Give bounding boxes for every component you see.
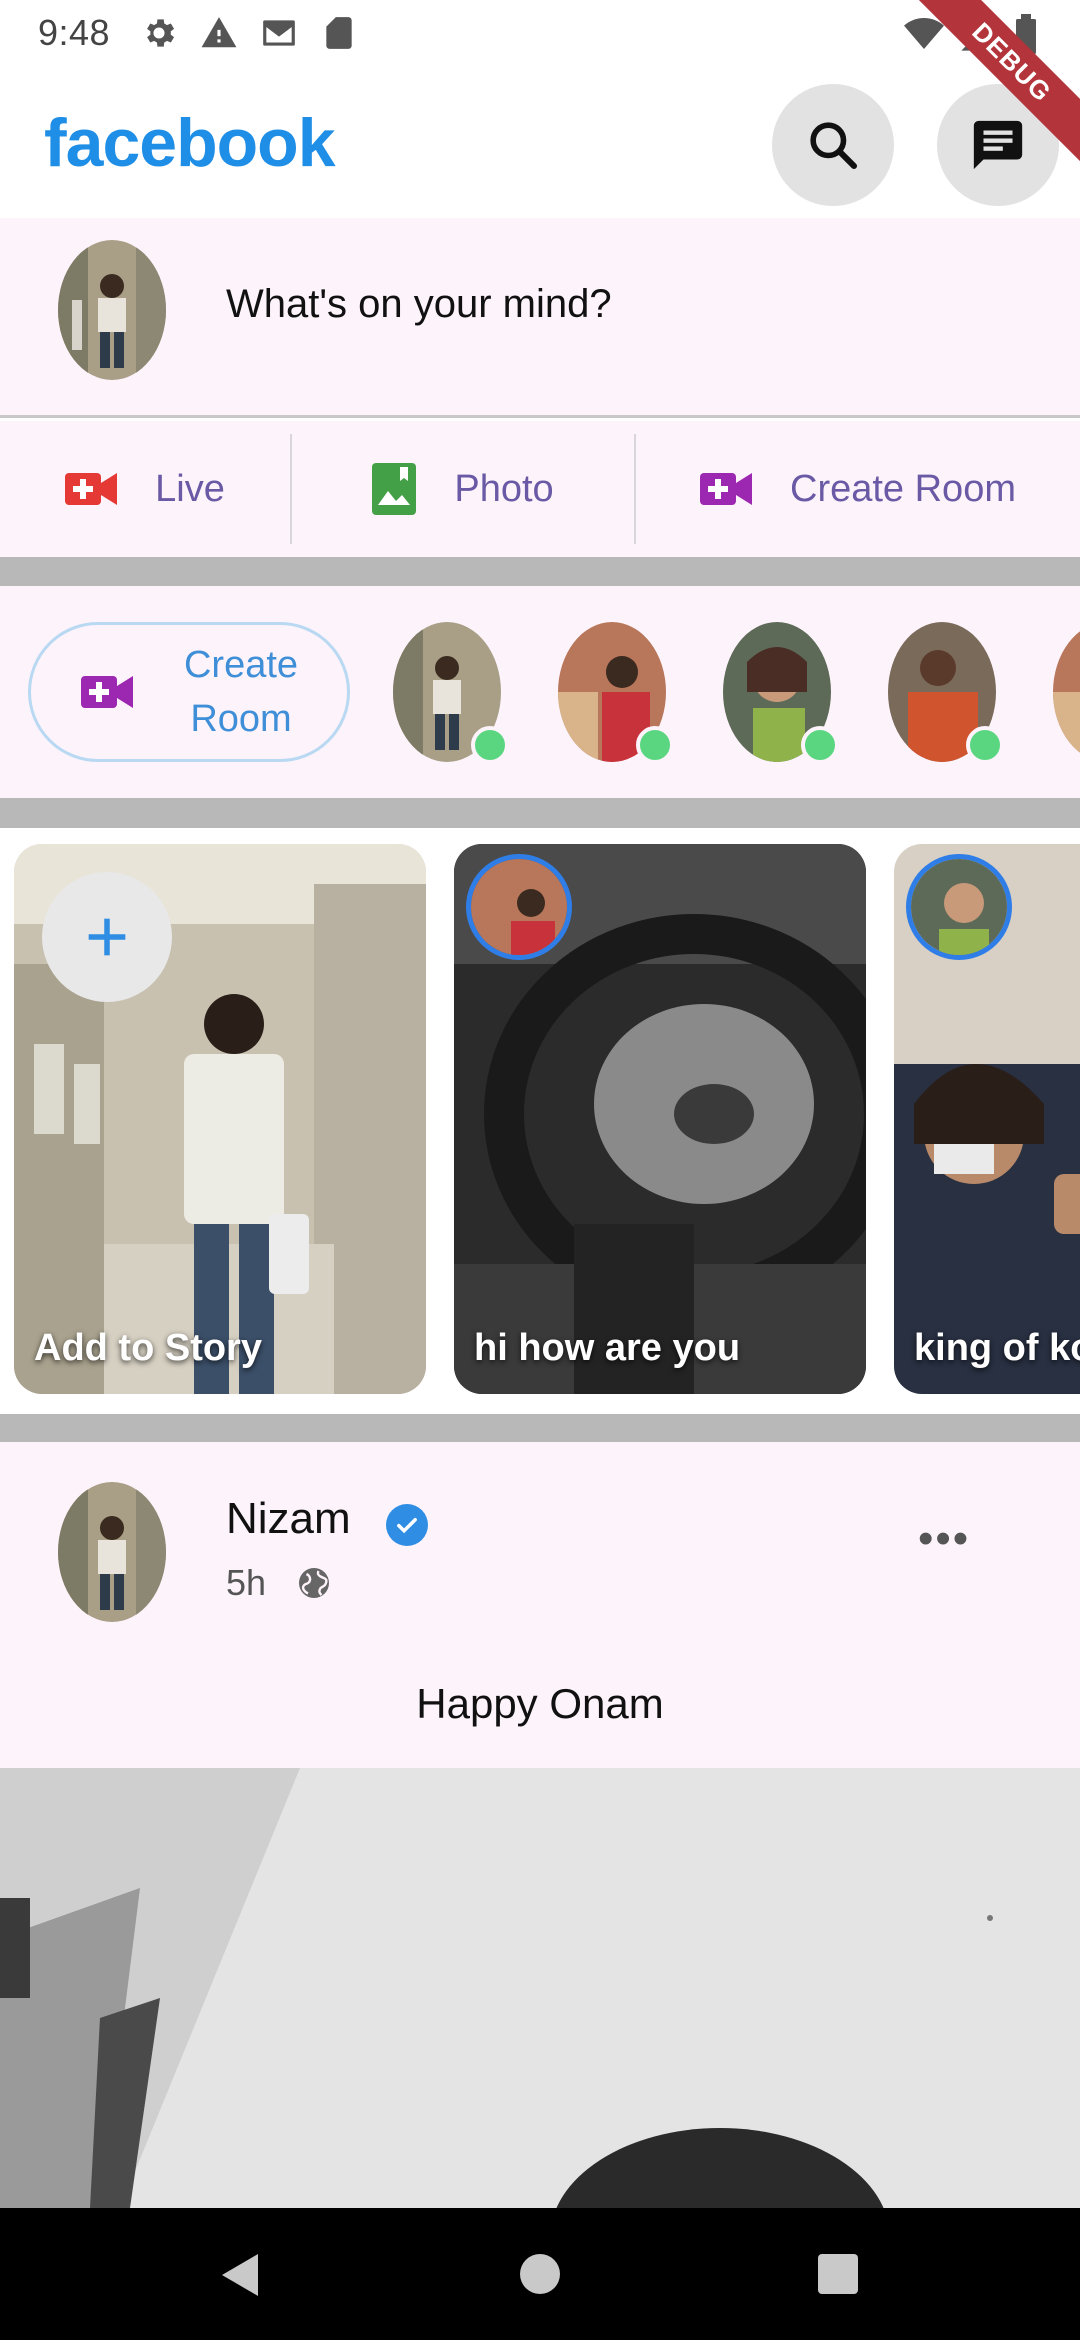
live-label: Live (155, 467, 225, 510)
composer-placeholder[interactable]: What's on your mind? (226, 282, 612, 327)
create-room-button[interactable]: Create Room (636, 421, 1080, 557)
plus-icon (88, 918, 126, 956)
online-indicator (801, 726, 839, 764)
story-card[interactable]: king of ko (894, 844, 1080, 1394)
post-author[interactable]: Nizam (226, 1494, 351, 1544)
globe-icon (299, 1568, 330, 1598)
online-indicator (636, 726, 674, 764)
photo-button[interactable]: Photo (292, 421, 634, 557)
post-text: Happy Onam (416, 1680, 664, 1727)
story-card-add[interactable]: Add to Story (14, 844, 426, 1394)
create-room-line2: Room (190, 698, 292, 740)
section-separator (0, 1414, 1080, 1442)
section-separator (0, 557, 1080, 586)
more-options-button[interactable]: ••• (918, 1514, 970, 1564)
story-avatar (466, 854, 572, 960)
recents-icon[interactable] (818, 2254, 858, 2294)
sd-card-icon (320, 14, 358, 52)
gallery-icon (372, 463, 417, 515)
status-time: 9:48 (38, 12, 111, 53)
live-button[interactable]: Live (0, 421, 290, 557)
create-room-line1: Create (183, 644, 299, 686)
create-room-pill-label: Create Room (161, 638, 321, 746)
photo-label: Photo (454, 467, 554, 510)
story-label: king of ko (914, 1327, 1080, 1369)
room-avatar[interactable] (1053, 622, 1080, 762)
stories-row: Add to Story hi how are you king of ko (0, 828, 1080, 1414)
story-card[interactable]: hi how are you (454, 844, 866, 1394)
room-avatar[interactable] (393, 622, 509, 764)
story-avatar (906, 854, 1012, 960)
create-room-label: Create Room (790, 467, 1016, 510)
search-icon (810, 122, 858, 170)
status-icons (140, 14, 358, 52)
search-button[interactable] (772, 84, 894, 206)
section-separator (0, 798, 1080, 828)
post-meta: 5h (226, 1562, 332, 1604)
post-time: 5h (226, 1562, 267, 1603)
verified-badge-icon (386, 1504, 428, 1546)
room-avatar[interactable] (558, 622, 674, 764)
post-image[interactable] (0, 1768, 1080, 2208)
app-logo: facebook (44, 105, 336, 181)
video-icon (65, 473, 118, 505)
alert-icon (200, 14, 238, 52)
story-label: Add to Story (34, 1327, 262, 1369)
rooms-row: Create Room (0, 586, 1080, 798)
avatar[interactable] (58, 240, 166, 380)
video-add-icon (81, 676, 133, 708)
avatar[interactable] (58, 1482, 166, 1622)
app-bar: facebook (0, 66, 1080, 218)
system-nav-bar (0, 2208, 1080, 2340)
room-avatar[interactable] (723, 622, 839, 764)
online-indicator (471, 726, 509, 764)
online-indicator (966, 726, 1004, 764)
video-add-icon (700, 473, 752, 505)
home-icon[interactable] (520, 2254, 560, 2294)
add-story-button[interactable] (42, 872, 172, 1002)
post-card: Nizam 5h ••• Happy Onam (0, 1442, 1080, 1768)
post-actions: Live Photo Create Room (0, 421, 1080, 557)
create-room-pill[interactable]: Create Room (28, 622, 350, 762)
story-label: hi how are you (474, 1327, 741, 1369)
messenger-icon (973, 120, 1023, 170)
gmail-icon (260, 14, 298, 52)
gear-icon (140, 14, 178, 52)
status-bar: 9:48 (0, 0, 1080, 66)
post-composer[interactable]: What's on your mind? (0, 218, 1080, 418)
back-icon[interactable] (218, 2252, 262, 2298)
room-avatar[interactable] (888, 622, 1004, 764)
